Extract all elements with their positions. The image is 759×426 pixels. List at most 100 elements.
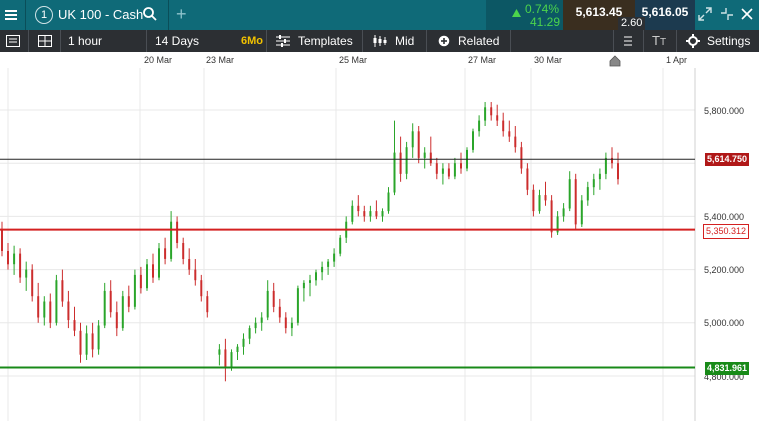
candle-body	[164, 248, 167, 259]
candle-body	[333, 253, 336, 262]
candle-body	[321, 266, 324, 273]
candles-icon[interactable]	[372, 30, 388, 54]
y-tick-label: 5,200.000	[704, 265, 745, 275]
candle-body	[224, 349, 227, 368]
y-tick-label: 5,400.000	[704, 212, 745, 222]
candle-body	[309, 280, 311, 283]
time-axis: 20 Mar 23 Mar 25 Mar 27 Mar 30 Mar 1 Apr	[0, 52, 759, 68]
candle-body	[405, 147, 408, 174]
price-chart[interactable]: 5,800.000 5,400.000 5,200.000 5,000.000 …	[0, 68, 759, 421]
candle-body	[604, 157, 607, 174]
add-tab-icon[interactable]: +	[176, 4, 187, 25]
candle-body	[514, 136, 517, 148]
templates-button[interactable]: Templates	[298, 30, 353, 52]
candle-body	[339, 237, 342, 254]
candle-body	[158, 248, 160, 278]
settings-button[interactable]: Settings	[707, 30, 750, 52]
candle-body	[296, 288, 299, 323]
change-points: 41.29	[530, 15, 561, 29]
candle-body	[580, 200, 583, 225]
x-tick-label: 20 Mar	[144, 55, 173, 65]
candle-body	[423, 152, 426, 158]
candle-body	[278, 306, 281, 318]
candle-body	[351, 205, 354, 222]
list-icon[interactable]	[6, 30, 20, 54]
candle-body	[369, 211, 372, 217]
layout-icon[interactable]	[38, 30, 52, 54]
x-tick-label: 27 Mar	[468, 55, 497, 65]
candle-body	[484, 107, 487, 121]
candle-body	[357, 205, 360, 212]
candle-body	[61, 280, 64, 302]
candle-body	[31, 269, 34, 297]
candle-body	[91, 333, 94, 350]
candle-body	[315, 272, 317, 281]
candle-body	[562, 208, 565, 217]
candle-body	[592, 179, 595, 188]
range-badge[interactable]: 6Mo	[241, 30, 263, 52]
templates-icon[interactable]	[276, 30, 290, 54]
candle-body	[272, 290, 275, 307]
x-tick-label: 1 Apr	[666, 55, 688, 65]
candle-body	[574, 179, 577, 225]
close-icon[interactable]	[741, 7, 753, 25]
candle-body	[103, 290, 106, 326]
candle-body	[284, 317, 287, 329]
candle-body	[363, 211, 366, 217]
candle-body	[176, 221, 179, 243]
scroll-handle[interactable]	[609, 54, 621, 67]
resistance-line-marker[interactable]: 5,350.312	[702, 224, 749, 239]
candle-body	[472, 131, 474, 150]
candle-body	[7, 251, 9, 265]
candle-body	[194, 269, 197, 281]
candle-body	[200, 280, 203, 297]
candle-body	[13, 253, 16, 265]
candle-body	[85, 333, 88, 355]
candle-body	[568, 179, 571, 209]
candle-body	[49, 301, 52, 323]
related-button[interactable]: Related	[458, 30, 499, 52]
support-line-marker[interactable]: 4,831.961	[704, 362, 749, 375]
candle-body	[526, 168, 529, 190]
candle-body	[302, 282, 305, 289]
candle-body	[550, 200, 553, 233]
candle-body	[242, 338, 245, 347]
price-type-selector[interactable]: Mid	[395, 30, 414, 52]
candle-body	[248, 328, 251, 339]
menu-icon[interactable]	[4, 6, 20, 24]
candle-body	[25, 269, 28, 278]
instrument-number-badge[interactable]: 1	[35, 6, 53, 24]
candlestick-plot[interactable]	[0, 68, 759, 421]
candle-body	[460, 163, 462, 169]
expand-icon[interactable]	[698, 7, 712, 26]
candle-body	[37, 296, 40, 318]
range-selector[interactable]: 14 Days	[155, 30, 199, 52]
candle-body	[133, 274, 136, 307]
candle-body	[393, 152, 396, 193]
collapse-icon[interactable]	[720, 7, 734, 26]
candle-body	[19, 253, 22, 278]
candle-body	[453, 163, 456, 177]
candle-body	[496, 115, 499, 121]
candle-body	[478, 120, 481, 132]
candle-body	[121, 296, 124, 329]
related-icon[interactable]	[438, 30, 450, 54]
text-size-icon[interactable]: TT	[652, 30, 666, 54]
candle-body	[381, 211, 384, 217]
candle-body	[127, 296, 130, 307]
candle-body	[146, 264, 148, 289]
candle-body	[290, 322, 293, 329]
candle-body	[435, 163, 438, 174]
interval-selector[interactable]: 1 hour	[68, 30, 102, 52]
candle-body	[254, 322, 257, 329]
candle-body	[399, 152, 402, 174]
candle-body	[218, 349, 221, 355]
instrument-name[interactable]: UK 100 - Cash	[58, 7, 143, 22]
spread-value: 2.60	[618, 17, 646, 30]
candle-body	[508, 131, 511, 137]
search-icon[interactable]	[142, 6, 158, 27]
candle-body	[97, 325, 100, 350]
candle-body	[79, 330, 82, 355]
candle-body	[598, 173, 601, 180]
instrument-header: 1 UK 100 - Cash + 0.74% 41.29 5,613.45 5…	[0, 0, 759, 30]
